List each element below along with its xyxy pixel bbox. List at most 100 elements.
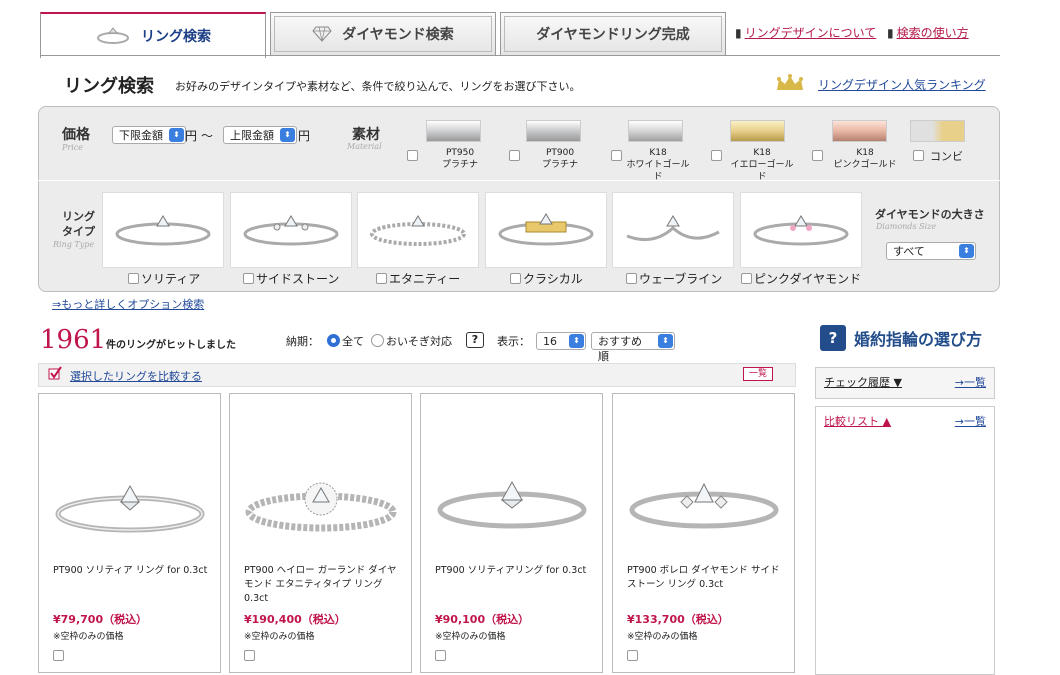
ring-type-image-solitaire[interactable] xyxy=(102,192,224,268)
material-checkbox-k18wg[interactable] xyxy=(611,150,622,161)
price-max-select[interactable]: 上限金額 ⬍ xyxy=(223,126,297,144)
more-options-link[interactable]: ⇒もっと詳しくオプション検索 xyxy=(52,296,204,312)
ring-guide-link[interactable]: ? 婚約指輪の選び方 xyxy=(820,325,982,351)
per-page-select[interactable]: 16 ⬍ xyxy=(536,332,586,350)
diamond-size-select[interactable]: すべて ⬍ xyxy=(886,242,976,260)
select-arrow-icon: ⬍ xyxy=(959,244,974,258)
material-swatch-k18wg xyxy=(628,120,683,142)
display-label: 表示： xyxy=(497,335,530,348)
ring-type-checkbox-pink-diamond[interactable] xyxy=(741,273,752,284)
product-name[interactable]: PT900 ソリティアリング for 0.3ct xyxy=(435,564,595,578)
product-name[interactable]: PT900 ボレロ ダイヤモンド サイドストーン リング 0.3ct xyxy=(627,564,787,592)
material-checkbox-pt950[interactable] xyxy=(407,150,418,161)
check-history-label[interactable]: チェック履歴 ▼ xyxy=(824,374,902,389)
list-button[interactable]: 一覧 xyxy=(743,367,773,381)
material-line2: ピンクゴールド xyxy=(833,160,897,170)
ring-image xyxy=(753,215,849,246)
price-unit-1: 円 xyxy=(185,129,198,143)
tab-diamond-ring-complete[interactable]: ダイヤモンドリング完成 xyxy=(500,12,726,56)
shoe-icon: ▮ xyxy=(735,25,742,40)
material-swatch-pt950 xyxy=(426,120,481,142)
ring-type-checkbox-classical[interactable] xyxy=(510,273,521,284)
product-compare-checkbox[interactable] xyxy=(53,650,64,661)
material-label: 素材 xyxy=(352,127,380,143)
about-design-link[interactable]: ▮ リングデザインについて xyxy=(735,24,876,41)
delivery-help-button[interactable]: ? xyxy=(466,332,484,348)
delivery-label: 納期： xyxy=(286,335,319,348)
shoe-icon: ▮ xyxy=(887,25,894,40)
tab-ring-search-label: リング検索 xyxy=(141,29,211,45)
ring-type-label-2: タイプ xyxy=(62,225,95,238)
material-line1: K18 xyxy=(753,148,771,158)
ring-type-image-eternity[interactable] xyxy=(357,192,479,268)
sort-value: おすすめ順 xyxy=(598,335,642,363)
product-name[interactable]: PT900 ヘイロー ガーランド ダイヤモンド エタニティタイプ リング 0.3… xyxy=(244,564,404,606)
delivery-all-label: 全て xyxy=(342,335,364,348)
material-line2: プラチナ xyxy=(441,160,478,170)
check-history-header: チェック履歴 ▼ →一覧 xyxy=(816,368,994,394)
price-min-value: 下限金額 xyxy=(119,129,163,142)
ring-type-label-solitaire: ソリティア xyxy=(141,272,201,286)
material-line1: PT900 xyxy=(545,148,575,158)
check-history-box: チェック履歴 ▼ →一覧 xyxy=(815,367,995,399)
about-design-label: リングデザインについて xyxy=(744,26,877,40)
page-subtitle: お好みのデザインタイプや素材など、条件で絞り込んで、リングをお選び下さい。 xyxy=(175,80,581,93)
ring-type-image-classical[interactable] xyxy=(485,192,607,268)
product-price: ¥79,700（税込） xyxy=(53,613,148,626)
material-swatch-k18pg xyxy=(832,120,887,142)
ring-type-label-wave-line: ウェーブライン xyxy=(639,272,723,286)
compare-list-header: 比較リスト ▲ →一覧 xyxy=(816,407,994,433)
price-label-en: Price xyxy=(62,143,83,152)
material-option-k18wg: K18 ホワイトゴールド xyxy=(626,147,690,183)
product-card[interactable]: PT900 ボレロ ダイヤモンド サイドストーン リング 0.3ct ¥133,… xyxy=(612,393,795,673)
checkmark-icon xyxy=(48,366,62,380)
page-title: リング検索 xyxy=(64,76,154,97)
product-card[interactable]: PT900 ソリティアリング for 0.3ct ¥90,100（税込） ※空枠… xyxy=(420,393,603,673)
tab-ring-search[interactable]: リング検索 xyxy=(40,12,266,58)
price-unit-2: 円 xyxy=(298,129,311,143)
material-checkbox-pt900[interactable] xyxy=(509,150,520,161)
ranking-link[interactable]: リングデザイン人気ランキング xyxy=(818,76,986,93)
material-checkbox-combi[interactable] xyxy=(913,150,924,161)
ring-type-checkbox-solitaire[interactable] xyxy=(128,273,139,284)
material-checkbox-k18yg[interactable] xyxy=(711,150,722,161)
compare-list-link[interactable]: →一覧 xyxy=(955,413,986,428)
ring-type-label-pink-diamond: ピンクダイヤモンド xyxy=(754,272,862,286)
delivery-radio-all[interactable] xyxy=(327,334,340,347)
product-compare-checkbox[interactable] xyxy=(435,650,446,661)
ring-type-image-wave-line[interactable] xyxy=(612,192,734,268)
product-compare-checkbox[interactable] xyxy=(627,650,638,661)
ring-type-checkbox-wave-line[interactable] xyxy=(626,273,637,284)
material-line2: プラチナ xyxy=(541,160,578,170)
ring-type-checkbox-side-stone[interactable] xyxy=(243,273,254,284)
ring-type-image-side-stone[interactable] xyxy=(230,192,352,268)
check-history-list-link[interactable]: →一覧 xyxy=(955,374,986,389)
tab-diamond-search[interactable]: ダイヤモンド検索 xyxy=(270,12,496,56)
product-card[interactable]: PT900 ヘイロー ガーランド ダイヤモンド エタニティタイプ リング 0.3… xyxy=(229,393,412,673)
material-line1: K18 xyxy=(856,148,874,158)
how-to-search-link[interactable]: ▮ 検索の使い方 xyxy=(887,24,969,41)
material-line2: ホワイトゴールド xyxy=(626,160,690,182)
price-label: 価格 xyxy=(62,127,90,143)
material-swatch-combi xyxy=(910,120,965,142)
product-compare-checkbox[interactable] xyxy=(244,650,255,661)
ring-type-label-en: Ring Type xyxy=(53,240,95,249)
ring-image xyxy=(243,215,339,246)
product-note: ※空枠のみの価格 xyxy=(435,632,506,642)
ring-image xyxy=(115,215,211,246)
diamond-size-value: すべて xyxy=(893,245,925,258)
price-min-select[interactable]: 下限金額 ⬍ xyxy=(112,126,186,144)
product-name[interactable]: PT900 ソリティア リング for 0.3ct xyxy=(53,564,213,578)
compare-list-label[interactable]: 比較リスト ▲ xyxy=(824,413,891,428)
product-image xyxy=(437,480,587,529)
product-card[interactable]: PT900 ソリティア リング for 0.3ct ¥79,700（税込） ※空… xyxy=(38,393,221,673)
delivery-radio-rush[interactable] xyxy=(371,334,384,347)
sort-select[interactable]: おすすめ順 ⬍ xyxy=(591,332,675,363)
price-max-value: 上限金額 xyxy=(230,129,274,142)
ring-type-checkbox-eternity[interactable] xyxy=(376,273,387,284)
material-checkbox-k18pg[interactable] xyxy=(812,150,823,161)
per-page-value: 16 xyxy=(543,335,557,348)
compare-selected-link[interactable]: 選択したリングを比較する xyxy=(70,368,202,384)
ring-type-image-pink-diamond[interactable] xyxy=(740,192,862,268)
ring-type-label-1: リング xyxy=(62,210,95,223)
